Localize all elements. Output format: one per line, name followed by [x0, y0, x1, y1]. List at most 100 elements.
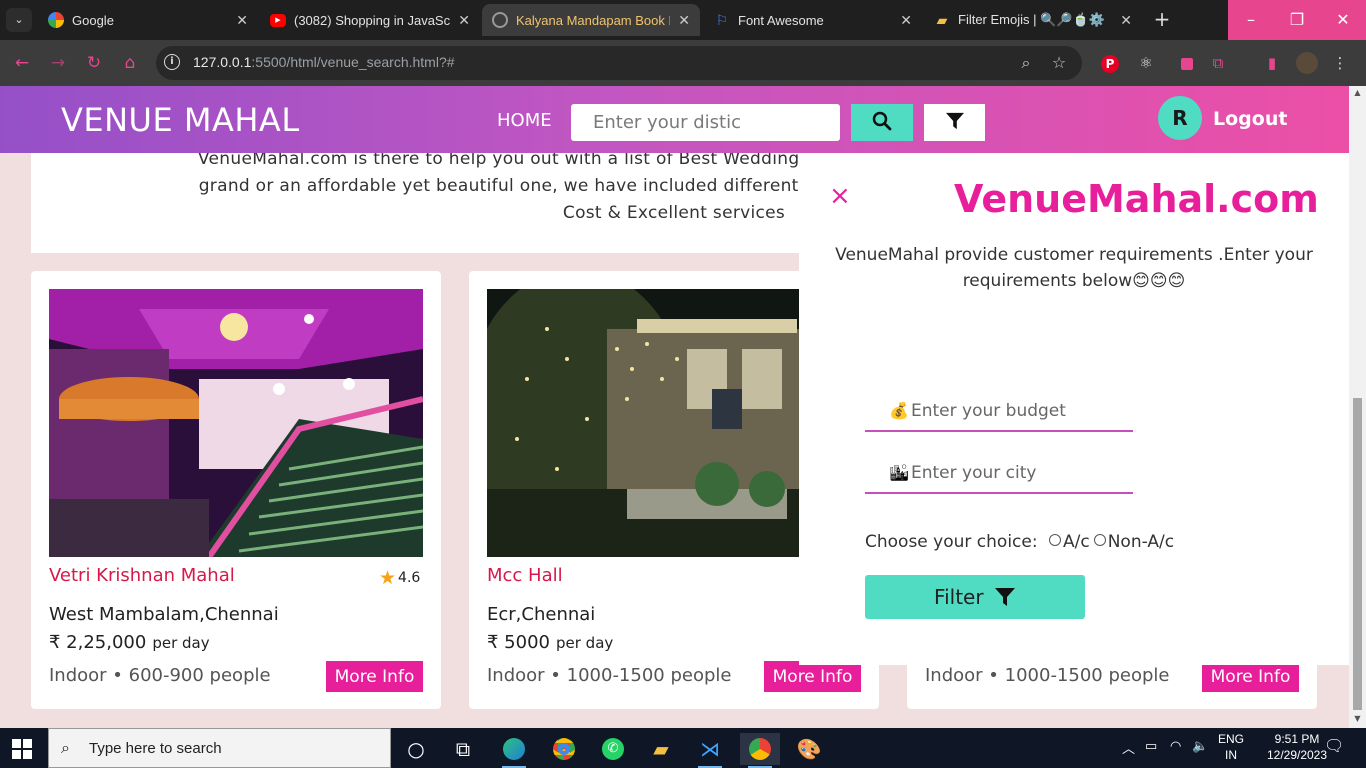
color-picker-extension-icon[interactable]: [1173, 52, 1195, 74]
brand-logo[interactable]: VENUE MAHAL: [61, 101, 300, 139]
tab-kalyana-mandapam[interactable]: Kalyana Mandapam Book M ✕: [482, 4, 700, 36]
reload-icon[interactable]: ↻: [83, 52, 105, 74]
close-tab-icon[interactable]: ✕: [900, 12, 912, 29]
venue-capacity: Indoor • 1000-1500 people: [487, 665, 732, 686]
taskbar-search-box[interactable]: ⌕ Type here to search: [48, 728, 391, 768]
zoom-icon[interactable]: ⌕: [1015, 52, 1037, 74]
more-info-button[interactable]: More Info: [764, 661, 861, 692]
close-window-button[interactable]: ✕: [1320, 0, 1366, 40]
nav-home-link[interactable]: HOME: [497, 110, 552, 131]
price-unit: per day: [555, 634, 614, 652]
browser-tab-bar: ⌄ Google ✕ ▶ (3082) Shopping in JavaScri…: [0, 0, 1366, 40]
more-info-button[interactable]: More Info: [1202, 661, 1299, 692]
site-info-icon[interactable]: i: [164, 54, 180, 70]
filter-toggle-button[interactable]: [924, 104, 985, 141]
tab-font-awesome[interactable]: ⚐ Font Awesome ✕: [704, 4, 922, 36]
vscode-icon[interactable]: ⋊: [690, 733, 730, 768]
flag-icon: ⚐: [715, 11, 729, 28]
task-view-icon[interactable]: ⧉: [443, 733, 483, 765]
volume-icon[interactable]: 🔈: [1192, 738, 1208, 754]
filter-icon: [945, 112, 964, 130]
tab-search-button[interactable]: ⌄: [6, 8, 32, 32]
user-avatar[interactable]: R: [1158, 96, 1202, 140]
google-icon: [48, 12, 64, 28]
scroll-up-arrow-icon[interactable]: ▲: [1353, 88, 1362, 97]
close-tab-icon[interactable]: ✕: [678, 12, 690, 29]
profile-avatar-icon[interactable]: [1296, 52, 1318, 74]
panel-title: VenueMahal.com: [954, 177, 1319, 221]
money-bag-icon: 💰: [889, 401, 909, 420]
filter-submit-button[interactable]: Filter: [865, 575, 1085, 619]
close-tab-icon[interactable]: ✕: [236, 12, 248, 29]
site-header: VENUE MAHAL HOME R Logout: [0, 86, 1349, 153]
cortana-icon[interactable]: ○: [396, 733, 436, 765]
file-explorer-icon[interactable]: ▰: [641, 733, 681, 765]
more-info-button[interactable]: More Info: [326, 661, 423, 692]
back-icon[interactable]: ←: [11, 52, 33, 74]
browser-toolbar: ← → ↻ ⌂ i 127.0.0.1:5500/html/venue_sear…: [0, 40, 1366, 86]
address-bar[interactable]: i 127.0.0.1:5500/html/venue_search.html?…: [156, 46, 1082, 80]
venue-photo[interactable]: [49, 289, 423, 557]
logout-link[interactable]: Logout: [1213, 108, 1287, 130]
wifi-icon[interactable]: ◠: [1170, 738, 1181, 754]
url-text[interactable]: 127.0.0.1:5500/html/venue_search.html?#: [193, 54, 455, 70]
district-search-input[interactable]: [571, 104, 840, 141]
budget-field: 💰: [865, 392, 1133, 432]
lang-code: ENG: [1217, 732, 1244, 746]
paint-icon[interactable]: 🎨: [789, 733, 829, 765]
venue-name: Vetri Krishnan Mahal: [49, 565, 235, 586]
clock-time: 9:51 PM: [1274, 732, 1320, 746]
home-icon[interactable]: ⌂: [119, 52, 141, 74]
tab-title: Font Awesome: [738, 12, 824, 28]
language-indicator[interactable]: ENG IN: [1216, 731, 1246, 763]
page-viewport: VenueMahal.com is there to help you out …: [0, 86, 1349, 728]
folder-icon: ▰: [936, 11, 948, 28]
tab-filter-emojis[interactable]: ▰ Filter Emojis | 🔍🔎🍵⚙️ ✕: [924, 4, 1142, 36]
restore-button[interactable]: ❐: [1274, 0, 1320, 40]
venue-location: Ecr,Chennai: [487, 604, 596, 625]
bookmark-star-icon[interactable]: ☆: [1048, 52, 1070, 74]
search-icon: [872, 111, 892, 131]
tab-youtube[interactable]: ▶ (3082) Shopping in JavaScript ✕: [260, 4, 480, 36]
tab-google[interactable]: Google ✕: [38, 4, 258, 36]
whatsapp-icon[interactable]: ✆: [593, 733, 633, 765]
extensions-puzzle-icon[interactable]: ⧉: [1207, 52, 1229, 74]
chrome-profile-icon[interactable]: [740, 733, 780, 768]
minimize-button[interactable]: –: [1228, 0, 1274, 40]
price-value: ₹ 5000: [487, 632, 550, 653]
close-tab-icon[interactable]: ✕: [1120, 12, 1132, 29]
search-icon: ⌕: [61, 738, 70, 757]
battery-icon[interactable]: ▭: [1145, 738, 1157, 754]
search-button[interactable]: [851, 104, 913, 141]
forward-icon[interactable]: →: [47, 52, 69, 74]
page-scrollbar[interactable]: ▲ ▼: [1349, 86, 1366, 728]
pinterest-extension-icon[interactable]: P: [1099, 52, 1121, 74]
ac-radio[interactable]: [1048, 534, 1061, 546]
rating-value: 4.6: [398, 570, 421, 586]
city-input[interactable]: [911, 458, 1121, 488]
youtube-icon: ▶: [270, 13, 286, 27]
scroll-down-arrow-icon[interactable]: ▼: [1353, 714, 1362, 723]
venue-price: ₹ 5000 per day: [487, 632, 613, 653]
scrollbar-thumb[interactable]: [1353, 398, 1362, 710]
close-tab-icon[interactable]: ✕: [458, 12, 470, 29]
close-panel-button[interactable]: ×: [829, 183, 851, 209]
nonac-radio[interactable]: [1093, 534, 1106, 546]
venue-name: Mcc Hall: [487, 565, 563, 586]
browser-menu-icon[interactable]: ⋮: [1329, 52, 1351, 74]
chrome-icon[interactable]: [544, 733, 584, 765]
price-value: ₹ 2,25,000: [49, 632, 147, 653]
new-tab-button[interactable]: +: [1150, 8, 1174, 32]
show-hidden-icons-icon[interactable]: ︿: [1122, 738, 1135, 757]
windows-start-icon[interactable]: [12, 739, 32, 759]
ac-option-label: A/c: [1062, 532, 1090, 552]
edge-browser-icon[interactable]: [494, 733, 534, 768]
taskbar-search-placeholder: Type here to search: [89, 740, 222, 757]
notifications-icon[interactable]: 🗨: [1324, 736, 1344, 756]
system-clock[interactable]: 9:51 PM 12/29/2023: [1262, 731, 1332, 763]
react-devtools-icon[interactable]: ⚛: [1135, 52, 1157, 74]
side-panel-icon[interactable]: ▮: [1261, 52, 1283, 74]
budget-input[interactable]: [911, 396, 1121, 426]
tab-title: Kalyana Mandapam Book M: [516, 12, 671, 28]
ac-choice-group: Choose your choice: A/c Non-A/c: [865, 532, 1174, 552]
